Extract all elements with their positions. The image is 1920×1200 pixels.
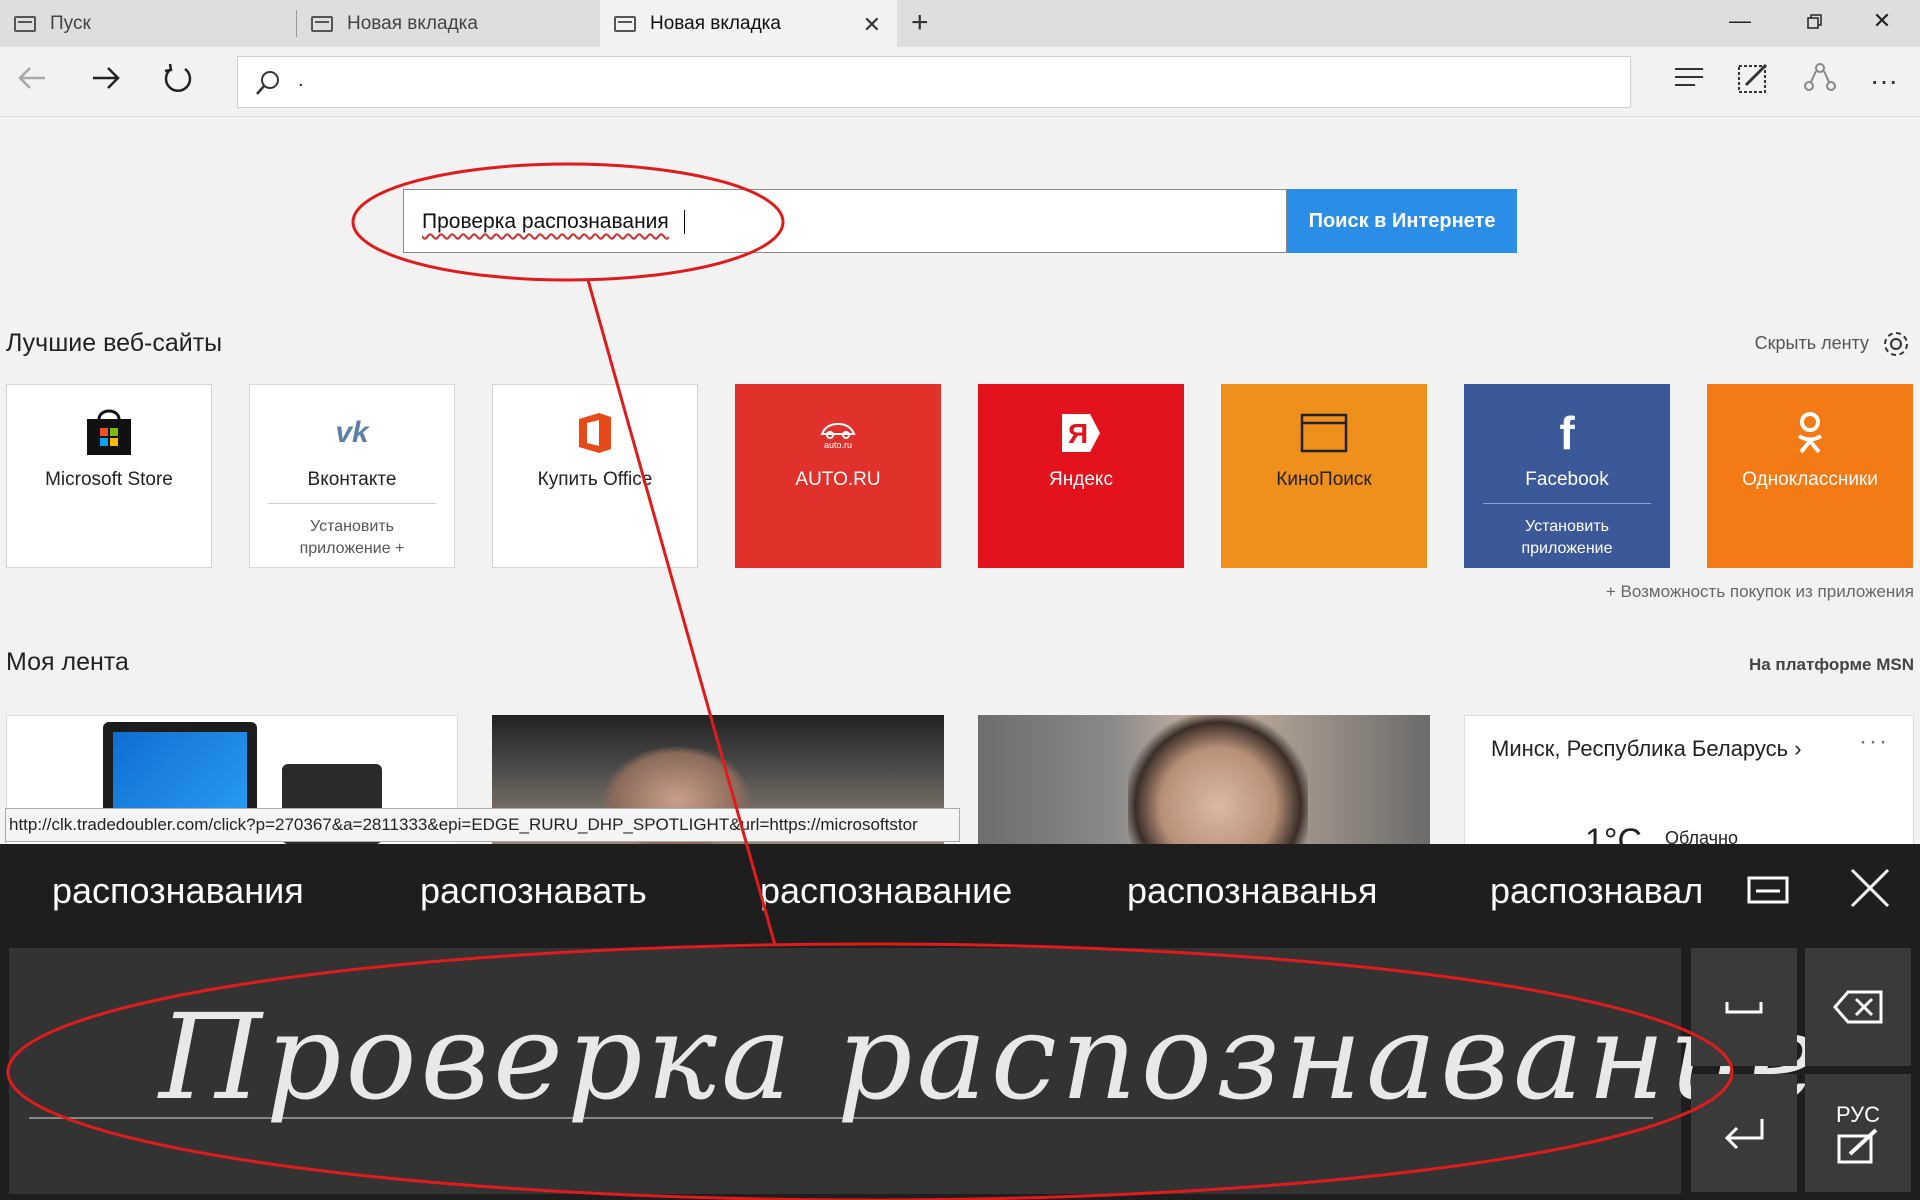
annotation-ellipse-search xyxy=(351,162,785,282)
screen: { "tabs": [ {"label": "Пуск"}, {"label":… xyxy=(0,0,1920,1200)
annotation-ellipse-handwriting xyxy=(6,942,1734,1200)
red-annotation-overlay xyxy=(6,162,1734,1200)
annotation-connector-line xyxy=(586,279,777,946)
